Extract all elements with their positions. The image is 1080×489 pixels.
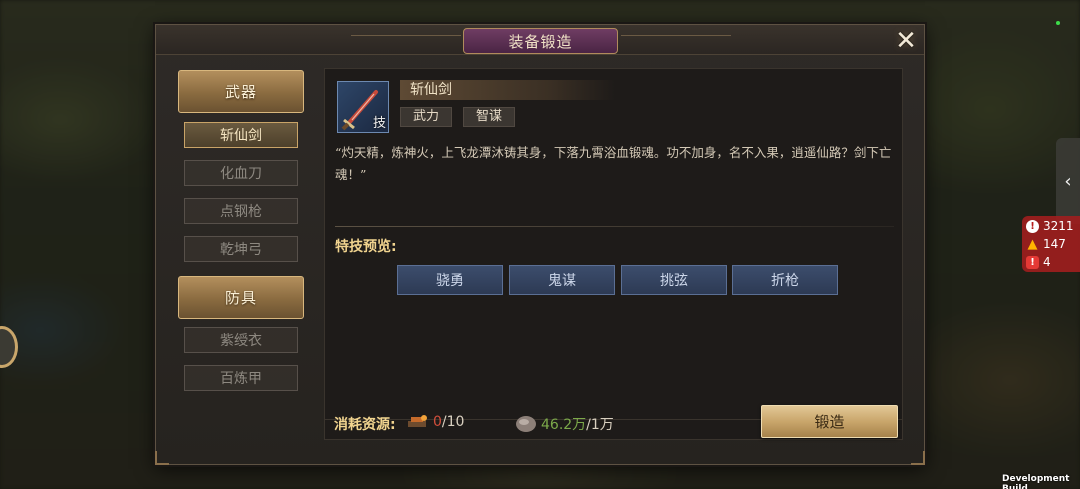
alert-counters[interactable]: ! 3211 ▲ 147 ! 4 (1022, 216, 1080, 272)
alert-error-row: ! 4 (1026, 253, 1076, 271)
forge-panel: 装备锻造 ✕ 武器 斩仙剑 化血刀 点钢枪 乾坤弓 防具 紫绶衣 百炼甲 技 斩… (155, 24, 925, 465)
ore-have: 46.2万 (541, 417, 587, 433)
chevron-left-icon: ‹ (1064, 170, 1072, 192)
material-need: /10 (441, 414, 465, 430)
close-x-icon: ✕ (895, 26, 917, 56)
armor-item-bailianjia[interactable]: 百炼甲 (184, 365, 298, 391)
item-icon-frame[interactable]: 技 (337, 81, 389, 133)
skill-button-2[interactable]: 鬼谋 (509, 265, 615, 295)
weapon-item-qiankungong[interactable]: 乾坤弓 (184, 236, 298, 262)
item-name: 斩仙剑 (400, 80, 615, 100)
forge-button[interactable]: 锻造 (761, 405, 898, 438)
panel-title: 装备锻造 (463, 28, 618, 54)
title-ornament-left (351, 35, 461, 45)
corner-ornament-left (155, 451, 169, 465)
skill-preview-label: 特技预览: (335, 239, 397, 255)
resource-material: 0 /10 (406, 413, 464, 431)
weapon-item-zhanxianjian[interactable]: 斩仙剑 (184, 122, 298, 148)
alert-info-count: 3211 (1043, 219, 1074, 233)
alert-warning-count: 147 (1043, 237, 1066, 251)
forge-material-icon (408, 415, 427, 427)
item-description: “灼天精，炼神火，上飞龙潭沐铸其身，下落九霄浴血锻魂。功不加身，名不入果，逍遥仙… (335, 145, 892, 182)
title-ornament-right (621, 35, 731, 45)
skill-button-3[interactable]: 挑弦 (621, 265, 727, 295)
category-armor-header[interactable]: 防具 (178, 276, 304, 319)
material-have: 0 (433, 414, 442, 430)
info-icon: ! (1026, 219, 1039, 233)
alert-error-count: 4 (1043, 255, 1051, 269)
category-weapon-header[interactable]: 武器 (178, 70, 304, 113)
error-icon: ! (1026, 255, 1039, 269)
ore-stone-icon (516, 416, 536, 432)
item-tag-force: 武力 (400, 107, 453, 127)
item-tag-wisdom: 智谋 (463, 107, 516, 127)
armor-item-zishouyi[interactable]: 紫绶衣 (184, 327, 298, 353)
alert-info-row: ! 3211 (1026, 217, 1076, 235)
item-detail-area: 技 斩仙剑 武力 智谋 “灼天精，炼神火，上飞龙潭沐铸其身，下落九霄浴血锻魂。功… (324, 68, 903, 440)
alert-warning-row: ▲ 147 (1026, 235, 1076, 253)
close-button[interactable]: ✕ (892, 26, 920, 56)
warning-icon: ▲ (1027, 236, 1038, 252)
skill-tag-label: 技 (372, 116, 386, 131)
side-panel-toggle[interactable]: ‹ (1056, 138, 1080, 224)
weapon-item-diangangqiang[interactable]: 点钢枪 (184, 198, 298, 224)
dev-build-label: Development Build (1002, 474, 1070, 489)
resource-ore: 46.2万 /1万 (514, 413, 614, 435)
ore-need: /1万 (586, 417, 614, 433)
resource-label: 消耗资源: (334, 417, 396, 433)
skill-button-1[interactable]: 骁勇 (397, 265, 503, 295)
weapon-item-huaxuedao[interactable]: 化血刀 (184, 160, 298, 186)
status-dot (1056, 21, 1060, 25)
skill-button-4[interactable]: 折枪 (732, 265, 838, 295)
corner-ornament-right (911, 451, 925, 465)
section-divider (335, 226, 894, 227)
panel-header: 装备锻造 ✕ (156, 25, 924, 56)
